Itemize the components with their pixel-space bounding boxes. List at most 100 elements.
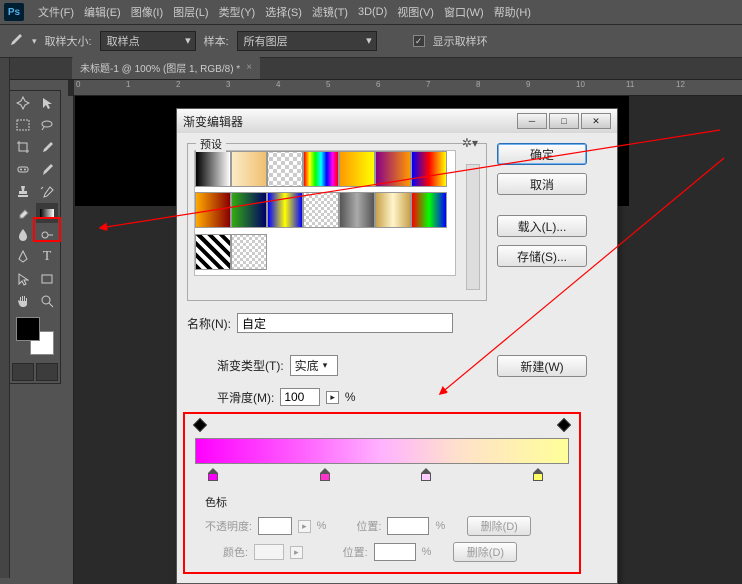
- type-select[interactable]: 实底: [290, 355, 338, 376]
- preset-thumb[interactable]: [231, 192, 267, 228]
- cancel-button[interactable]: 取消: [497, 173, 587, 195]
- preset-scrollbar[interactable]: [466, 164, 480, 290]
- preset-thumb[interactable]: [195, 192, 231, 228]
- marquee-tool[interactable]: [12, 115, 34, 135]
- color-swatch-field: [254, 544, 284, 560]
- healing-tool[interactable]: [12, 159, 34, 179]
- preset-thumb[interactable]: [231, 234, 267, 270]
- preset-thumb[interactable]: [375, 151, 411, 187]
- name-input[interactable]: [237, 313, 453, 333]
- color-stop[interactable]: [320, 468, 332, 482]
- options-bar: ▾ 取样大小: 取样点 样本: 所有图层 ✓ 显示取样环: [0, 24, 742, 58]
- dialog-titlebar[interactable]: 渐变编辑器 ─ □ ✕: [177, 109, 617, 133]
- pen-tool[interactable]: [12, 247, 34, 267]
- menu-type[interactable]: 类型(Y): [215, 2, 260, 22]
- ok-button[interactable]: 确定: [497, 143, 587, 165]
- dialog-title: 渐变编辑器: [183, 113, 243, 130]
- preset-thumb[interactable]: [339, 192, 375, 228]
- preset-thumb[interactable]: [231, 151, 267, 187]
- color-stops-row[interactable]: [195, 468, 569, 486]
- move-tool[interactable]: [12, 93, 34, 113]
- crop-tool[interactable]: [12, 137, 34, 157]
- dropdown-icon[interactable]: ▾: [32, 36, 37, 47]
- menu-filter[interactable]: 滤镜(T): [308, 2, 352, 22]
- sample-size-label: 取样大小:: [45, 33, 92, 49]
- menu-select[interactable]: 选择(S): [261, 2, 306, 22]
- history-brush-tool[interactable]: [36, 181, 58, 201]
- show-ring-checkbox[interactable]: ✓: [413, 35, 425, 47]
- foreground-color[interactable]: [16, 317, 40, 341]
- preset-thumb[interactable]: [195, 151, 231, 187]
- blur-tool[interactable]: [12, 225, 34, 245]
- menu-help[interactable]: 帮助(H): [490, 2, 535, 22]
- smoothness-input[interactable]: [280, 388, 320, 406]
- lasso-tool[interactable]: [36, 115, 58, 135]
- opacity-pos-label: 位置:: [356, 518, 381, 534]
- color-pos-field: [374, 543, 416, 561]
- color-stop[interactable]: [208, 468, 220, 482]
- save-button[interactable]: 存储(S)...: [497, 245, 587, 267]
- color-pos-label: 位置:: [343, 544, 368, 560]
- shape-tool[interactable]: [36, 269, 58, 289]
- color-stop[interactable]: [421, 468, 433, 482]
- color-stop[interactable]: [533, 468, 545, 482]
- minimize-button[interactable]: ─: [517, 113, 547, 129]
- opacity-pos-field: [387, 517, 429, 535]
- menu-bar: Ps 文件(F) 编辑(E) 图像(I) 图层(L) 类型(Y) 选择(S) 滤…: [0, 0, 742, 24]
- color-swatches[interactable]: [12, 313, 58, 357]
- menu-3d[interactable]: 3D(D): [354, 4, 391, 20]
- preset-list: [194, 150, 456, 276]
- menu-file[interactable]: 文件(F): [34, 2, 78, 22]
- preset-thumb[interactable]: [375, 192, 411, 228]
- preset-thumb[interactable]: [303, 151, 339, 187]
- document-tab[interactable]: 未标题-1 @ 100% (图层 1, RGB/8) * ×: [72, 56, 260, 79]
- quickmask-mode-button[interactable]: [36, 363, 58, 381]
- eyedropper-tool[interactable]: [36, 137, 58, 157]
- preset-thumb[interactable]: [267, 151, 303, 187]
- preset-thumb[interactable]: [303, 192, 339, 228]
- arrow-tool[interactable]: [36, 93, 58, 113]
- sample-size-select[interactable]: 取样点: [100, 31, 196, 51]
- preset-thumb[interactable]: [411, 192, 447, 228]
- dodge-tool[interactable]: [36, 225, 58, 245]
- standard-mode-button[interactable]: [12, 363, 34, 381]
- brush-tool[interactable]: [36, 159, 58, 179]
- opacity-stop[interactable]: [195, 420, 205, 430]
- smoothness-slider-icon[interactable]: ▸: [326, 391, 339, 404]
- path-select-tool[interactable]: [12, 269, 34, 289]
- opacity-stops-row[interactable]: [195, 420, 569, 434]
- stamp-tool[interactable]: [12, 181, 34, 201]
- horizontal-ruler: 0123456789101112: [74, 80, 742, 96]
- zoom-tool[interactable]: [36, 291, 58, 311]
- smoothness-label: 平滑度(M):: [217, 389, 274, 406]
- preset-thumb[interactable]: [411, 151, 447, 187]
- sample-select[interactable]: 所有图层: [237, 31, 377, 51]
- load-button[interactable]: 载入(L)...: [497, 215, 587, 237]
- preset-thumb[interactable]: [267, 192, 303, 228]
- menu-view[interactable]: 视图(V): [393, 2, 438, 22]
- hand-tool[interactable]: [12, 291, 34, 311]
- opacity-field-label: 不透明度:: [205, 518, 252, 534]
- menu-image[interactable]: 图像(I): [127, 2, 167, 22]
- close-button[interactable]: ✕: [581, 113, 611, 129]
- sample-label: 样本:: [204, 33, 229, 49]
- menu-window[interactable]: 窗口(W): [440, 2, 488, 22]
- gradient-editor-dialog: 渐变编辑器 ─ □ ✕ 预设 ✲▾ 名称(N): 渐变类型(T): 实底: [176, 108, 618, 584]
- type-tool[interactable]: T: [36, 247, 58, 267]
- show-ring-label: 显示取样环: [433, 33, 488, 49]
- document-tab-title: 未标题-1 @ 100% (图层 1, RGB/8) *: [80, 60, 240, 75]
- menu-edit[interactable]: 编辑(E): [80, 2, 125, 22]
- opacity-stop[interactable]: [559, 420, 569, 430]
- gradient-tool[interactable]: [36, 203, 58, 223]
- document-tabs: 未标题-1 @ 100% (图层 1, RGB/8) * ×: [0, 58, 742, 80]
- new-button[interactable]: 新建(W): [497, 355, 587, 377]
- eraser-tool[interactable]: [12, 203, 34, 223]
- preset-thumb[interactable]: [195, 234, 231, 270]
- preset-thumb[interactable]: [339, 151, 375, 187]
- presets-menu-icon[interactable]: ✲▾: [462, 136, 478, 150]
- maximize-button[interactable]: □: [549, 113, 579, 129]
- menu-layer[interactable]: 图层(L): [169, 2, 212, 22]
- ps-logo: Ps: [4, 3, 24, 21]
- close-tab-icon[interactable]: ×: [246, 62, 252, 73]
- opacity-field: [258, 517, 292, 535]
